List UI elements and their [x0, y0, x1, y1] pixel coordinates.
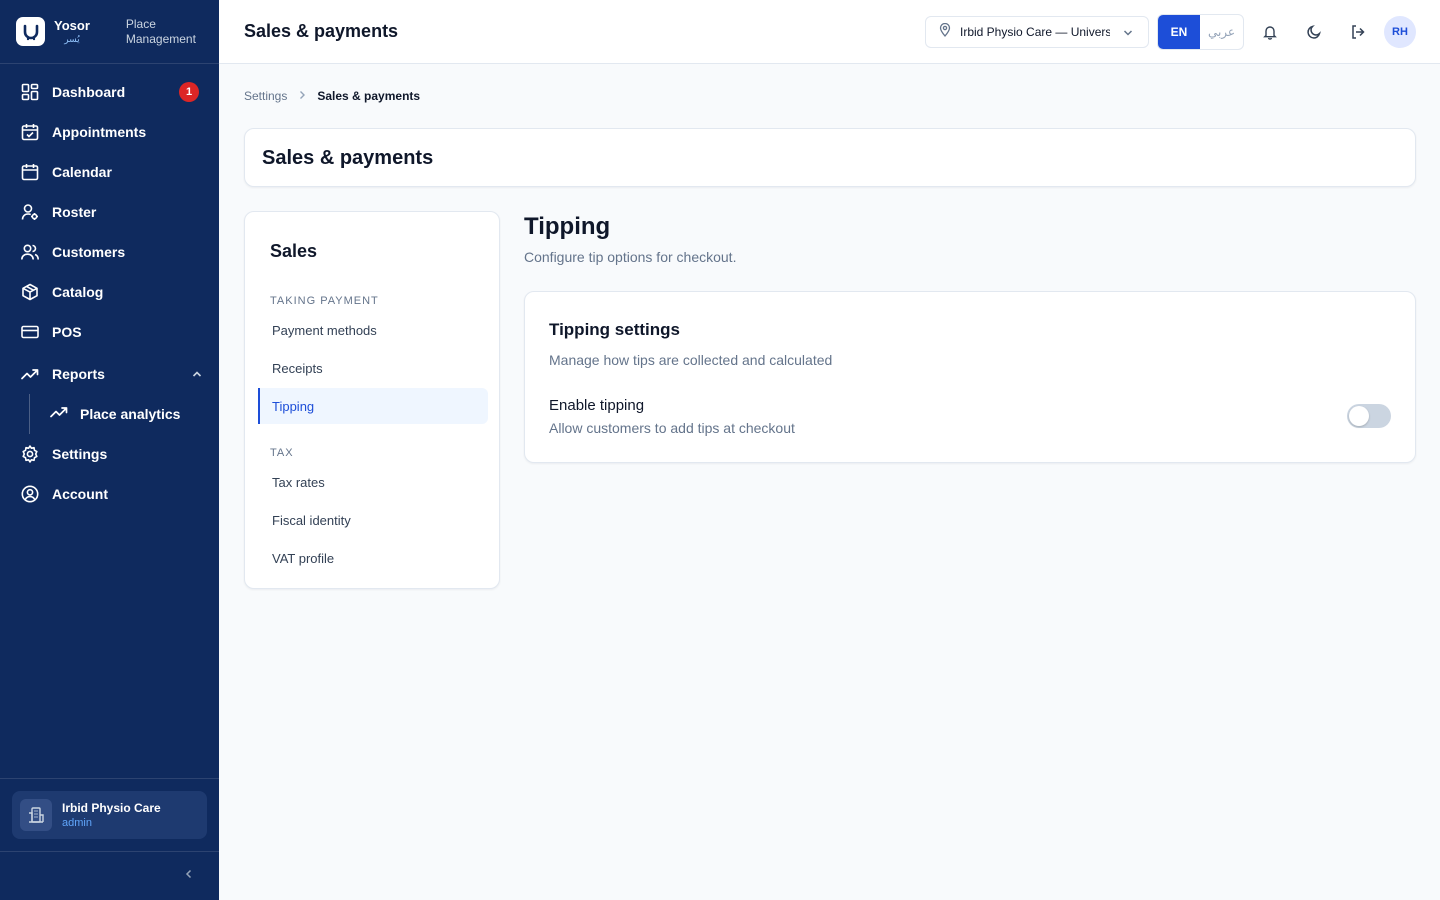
org-switcher[interactable]: Irbid Physio Care admin	[12, 791, 207, 839]
page-title: Sales & payments	[262, 147, 434, 169]
page-title-card: Sales & payments	[244, 128, 1416, 187]
org-role: admin	[62, 816, 92, 829]
lang-en-button[interactable]: EN	[1158, 15, 1200, 49]
gear-icon	[20, 444, 40, 464]
sidebar-item-label: Calendar	[52, 164, 112, 180]
sidebar-item-place-analytics[interactable]: Place analytics	[0, 394, 219, 434]
sidebar-item-label: Roster	[52, 204, 97, 220]
card-description: Manage how tips are collected and calcul…	[549, 352, 833, 368]
org-name: Irbid Physio Care	[62, 800, 161, 815]
subnav-section-heading: TAX	[270, 447, 294, 459]
collapse-sidebar-button[interactable]	[0, 851, 219, 900]
lang-ar-button[interactable]: عربي	[1200, 15, 1243, 49]
sidebar-item-label: Appointments	[52, 124, 147, 140]
sidebar: Yosor يُسر Place Management Dashboard 1 …	[0, 0, 219, 900]
sidebar-nav: Dashboard 1 Appointments Calendar Roster…	[0, 64, 219, 514]
calendar-check-icon	[20, 122, 40, 142]
brand-name-en: Yosor	[54, 18, 90, 33]
bell-icon[interactable]	[1260, 22, 1280, 42]
sidebar-item-label: Catalog	[52, 284, 104, 300]
toggle-knob	[1349, 406, 1369, 426]
map-pin-icon	[938, 22, 952, 42]
sidebar-item-pos[interactable]: POS	[0, 312, 219, 352]
enable-tipping-label: Enable tipping	[549, 397, 645, 414]
sidebar-item-catalog[interactable]: Catalog	[0, 272, 219, 312]
enable-tipping-toggle[interactable]	[1347, 404, 1391, 428]
subnav-section-heading: TAKING PAYMENT	[270, 295, 379, 307]
location-selector[interactable]: Irbid Physio Care — University St.	[925, 16, 1149, 48]
moon-icon[interactable]	[1304, 22, 1324, 42]
breadcrumb-settings-link[interactable]: Settings	[244, 89, 287, 103]
sidebar-item-label: Reports	[52, 366, 105, 382]
sidebar-item-settings[interactable]: Settings	[0, 434, 219, 474]
brand-name: Yosor يُسر	[54, 19, 90, 44]
users-icon	[20, 242, 40, 262]
settings-subnav: Sales TAKING PAYMENT Payment methods Rec…	[244, 211, 500, 589]
sidebar-item-label: Dashboard	[52, 84, 126, 100]
trending-up-icon	[50, 403, 68, 426]
breadcrumb-current: Sales & payments	[317, 89, 421, 103]
chevron-right-icon	[297, 89, 307, 103]
sidebar-item-reports[interactable]: Reports	[0, 354, 219, 394]
brand-subtitle: Place Management	[125, 16, 196, 46]
location-name: Irbid Physio Care — University St.	[960, 25, 1110, 39]
org-switcher-wrap: Irbid Physio Care admin	[0, 778, 219, 851]
logout-icon[interactable]	[1348, 22, 1368, 42]
sidebar-item-label: Customers	[52, 244, 126, 260]
building-icon	[20, 799, 52, 831]
subnav-item-vat-profile[interactable]: VAT profile	[258, 540, 488, 576]
chevron-up-icon[interactable]	[191, 367, 203, 385]
sidebar-item-customers[interactable]: Customers	[0, 232, 219, 272]
sidebar-item-label: Account	[52, 486, 108, 502]
enable-tipping-description: Allow customers to add tips at checkout	[549, 420, 795, 436]
sidebar-item-account[interactable]: Account	[0, 474, 219, 514]
card-title: Tipping settings	[549, 320, 680, 339]
tipping-settings-card: Tipping settings Manage how tips are col…	[524, 291, 1416, 463]
credit-card-icon	[20, 322, 40, 342]
sidebar-item-dashboard[interactable]: Dashboard 1	[0, 72, 219, 112]
brand: Yosor يُسر Place Management	[0, 0, 219, 64]
chevron-down-icon	[1122, 26, 1134, 44]
dashboard-icon	[20, 82, 40, 102]
sidebar-item-label: POS	[52, 324, 82, 340]
section-description: Configure tip options for checkout.	[524, 249, 737, 265]
subnav-item-tipping[interactable]: Tipping	[258, 388, 488, 424]
sidebar-item-appointments[interactable]: Appointments	[0, 112, 219, 152]
subnav-title: Sales	[270, 241, 318, 261]
user-circle-icon	[20, 484, 40, 504]
sidebar-item-label: Settings	[52, 446, 108, 462]
subnav-item-tax-rates[interactable]: Tax rates	[258, 464, 488, 500]
subnav-item-receipts[interactable]: Receipts	[258, 350, 488, 386]
sidebar-item-calendar[interactable]: Calendar	[0, 152, 219, 192]
language-switcher: EN عربي	[1157, 14, 1244, 50]
org-info: Irbid Physio Care admin	[62, 802, 161, 829]
breadcrumb: Settings Sales & payments	[244, 89, 420, 103]
top-header: Sales & payments Irbid Physio Care — Uni…	[219, 0, 1440, 64]
user-cog-icon	[20, 202, 40, 222]
section-title: Tipping	[524, 213, 611, 240]
subnav-item-payment-methods[interactable]: Payment methods	[258, 312, 488, 348]
header-title: Sales & payments	[244, 21, 399, 41]
box-icon	[20, 282, 40, 302]
chevron-left-icon	[183, 867, 195, 885]
trending-up-icon	[20, 364, 40, 384]
notification-badge: 1	[179, 82, 199, 102]
subnav-item-fiscal-identity[interactable]: Fiscal identity	[258, 502, 488, 538]
user-avatar[interactable]: RH	[1384, 16, 1416, 48]
sidebar-item-label: Place analytics	[80, 406, 181, 422]
sidebar-item-roster[interactable]: Roster	[0, 192, 219, 232]
calendar-icon	[20, 162, 40, 182]
brand-name-ar: يُسر	[64, 34, 80, 44]
yosor-logo-icon[interactable]	[16, 17, 45, 46]
